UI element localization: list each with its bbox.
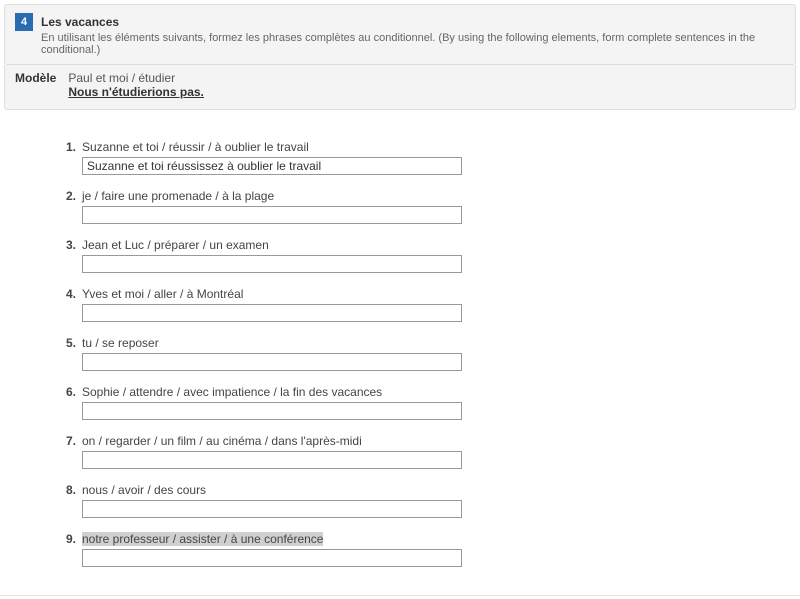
answer-input[interactable] (82, 549, 462, 567)
question-item: 6. Sophie / attendre / avec impatience / … (60, 385, 790, 420)
question-number: 6. (60, 385, 76, 399)
question-item: 4. Yves et moi / aller / à Montréal (60, 287, 790, 322)
question-item: 2. je / faire une promenade / à la plage (60, 189, 790, 224)
question-number: 1. (60, 140, 76, 154)
answer-input[interactable] (82, 304, 462, 322)
question-prompt: Yves et moi / aller / à Montréal (82, 287, 243, 301)
exercise-number-badge: 4 (15, 13, 33, 31)
question-item: 8. nous / avoir / des cours (60, 483, 790, 518)
questions-list: 1. Suzanne et toi / réussir / à oublier l… (0, 110, 800, 591)
question-prompt: Jean et Luc / préparer / un examen (82, 238, 269, 252)
exercise-instructions: En utilisant les éléments suivants, form… (41, 32, 785, 56)
question-number: 9. (60, 532, 76, 546)
question-prompt: je / faire une promenade / à la plage (82, 189, 274, 203)
question-prompt: on / regarder / un film / au cinéma / da… (82, 434, 362, 448)
answer-input[interactable] (82, 255, 462, 273)
answer-input[interactable] (82, 402, 462, 420)
question-number: 7. (60, 434, 76, 448)
question-number: 2. (60, 189, 76, 203)
question-prompt-row: 8. nous / avoir / des cours (60, 483, 790, 497)
question-prompt-row: 4. Yves et moi / aller / à Montréal (60, 287, 790, 301)
question-item: 5. tu / se reposer (60, 336, 790, 371)
answer-input[interactable] (82, 353, 462, 371)
question-prompt-row: 7. on / regarder / un film / au cinéma / … (60, 434, 790, 448)
question-prompt: Sophie / attendre / avec impatience / la… (82, 385, 382, 399)
question-prompt-row: 2. je / faire une promenade / à la plage (60, 189, 790, 203)
answer-input[interactable] (82, 451, 462, 469)
modele-prompt: Paul et moi / étudier (68, 71, 204, 85)
question-number: 8. (60, 483, 76, 497)
question-prompt-row: 9. notre professeur / assister / à une co… (60, 532, 790, 546)
question-number: 4. (60, 287, 76, 301)
answer-input[interactable] (82, 206, 462, 224)
question-prompt-row: 1. Suzanne et toi / réussir / à oublier l… (60, 140, 790, 154)
question-item: 3. Jean et Luc / préparer / un examen (60, 238, 790, 273)
exercise-title: Les vacances (41, 15, 119, 29)
question-prompt-row: 6. Sophie / attendre / avec impatience / … (60, 385, 790, 399)
modele-label: Modèle (15, 71, 56, 99)
question-number: 5. (60, 336, 76, 350)
question-item: 9. notre professeur / assister / à une co… (60, 532, 790, 567)
question-item: 1. Suzanne et toi / réussir / à oublier l… (60, 140, 790, 175)
question-prompt: Suzanne et toi / réussir / à oublier le … (82, 140, 309, 154)
question-prompt-row: 3. Jean et Luc / préparer / un examen (60, 238, 790, 252)
answer-input[interactable] (82, 500, 462, 518)
question-prompt: nous / avoir / des cours (82, 483, 206, 497)
answer-input[interactable] (82, 157, 462, 175)
bottom-divider (0, 595, 800, 599)
question-number: 3. (60, 238, 76, 252)
modele-answer: Nous n'étudierions pas. (68, 85, 204, 99)
question-prompt: notre professeur / assister / à une conf… (82, 532, 323, 546)
modele-block: Modèle Paul et moi / étudier Nous n'étud… (4, 65, 796, 110)
exercise-header: 4 Les vacances En utilisant les éléments… (4, 4, 796, 65)
question-item: 7. on / regarder / un film / au cinéma / … (60, 434, 790, 469)
question-prompt-row: 5. tu / se reposer (60, 336, 790, 350)
question-prompt: tu / se reposer (82, 336, 159, 350)
